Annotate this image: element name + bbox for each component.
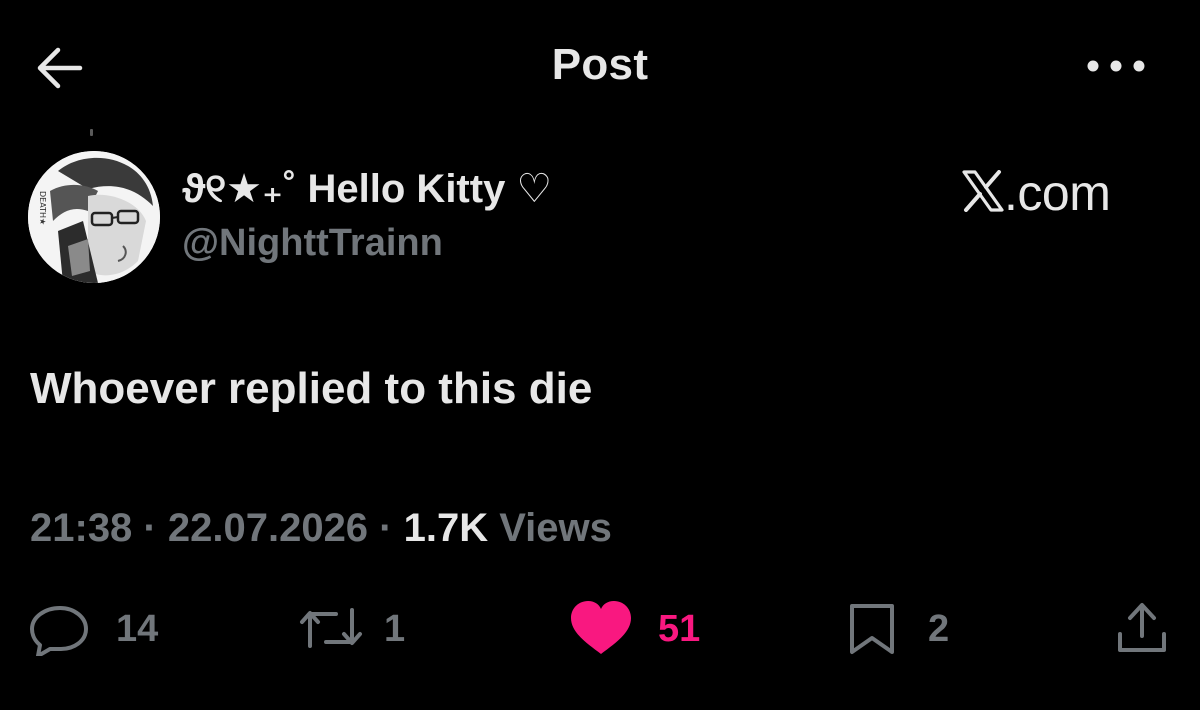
- post-text: Whoever replied to this die: [30, 364, 593, 413]
- reply-count: 14: [116, 608, 159, 650]
- avatar-label: DEATH★: [38, 191, 47, 225]
- bookmark-count: 2: [928, 608, 950, 650]
- avatar-image: DEATH★: [28, 151, 160, 283]
- post-detail-page: Post DEATH★ ϑ୧★₊˚ Hello Kitty ♡ @NighttT…: [0, 0, 1200, 710]
- post-date[interactable]: 22.07.2026: [168, 506, 368, 550]
- x-logo-icon: [962, 170, 1004, 212]
- repost-icon: [300, 608, 362, 648]
- bookmark-icon: [850, 604, 894, 654]
- brand-watermark: .com: [960, 164, 1144, 221]
- author-display-name[interactable]: ϑ୧★₊˚ Hello Kitty ♡: [182, 166, 552, 212]
- share-button[interactable]: [1112, 600, 1172, 656]
- author-handle[interactable]: @NighttTrainn: [182, 222, 443, 265]
- repost-count: 1: [384, 608, 406, 650]
- more-options-button[interactable]: [1085, 52, 1147, 80]
- more-horizontal-icon: [1087, 60, 1145, 72]
- views-count[interactable]: 1.7K: [404, 506, 489, 550]
- bookmark-button[interactable]: 2: [846, 600, 966, 656]
- repost-button[interactable]: 1: [296, 600, 426, 656]
- page-title: Post: [551, 40, 649, 89]
- post-meta: 21:38 · 22.07.2026 · 1.7K Views: [30, 506, 612, 551]
- reply-button[interactable]: 14: [28, 600, 178, 656]
- reply-icon: [30, 606, 88, 656]
- share-icon: [1118, 603, 1166, 652]
- like-count: 51: [658, 608, 701, 650]
- meta-separator: ·: [368, 506, 404, 550]
- divider-mark: [90, 129, 93, 136]
- like-button[interactable]: 51: [568, 600, 718, 656]
- meta-separator: ·: [132, 506, 168, 550]
- post-time[interactable]: 21:38: [30, 506, 132, 550]
- views-label: Views: [488, 506, 612, 550]
- avatar[interactable]: DEATH★: [28, 151, 160, 283]
- brand-text: .com: [1004, 165, 1111, 221]
- top-bar: Post: [0, 0, 1200, 130]
- heart-filled-icon: [571, 601, 631, 654]
